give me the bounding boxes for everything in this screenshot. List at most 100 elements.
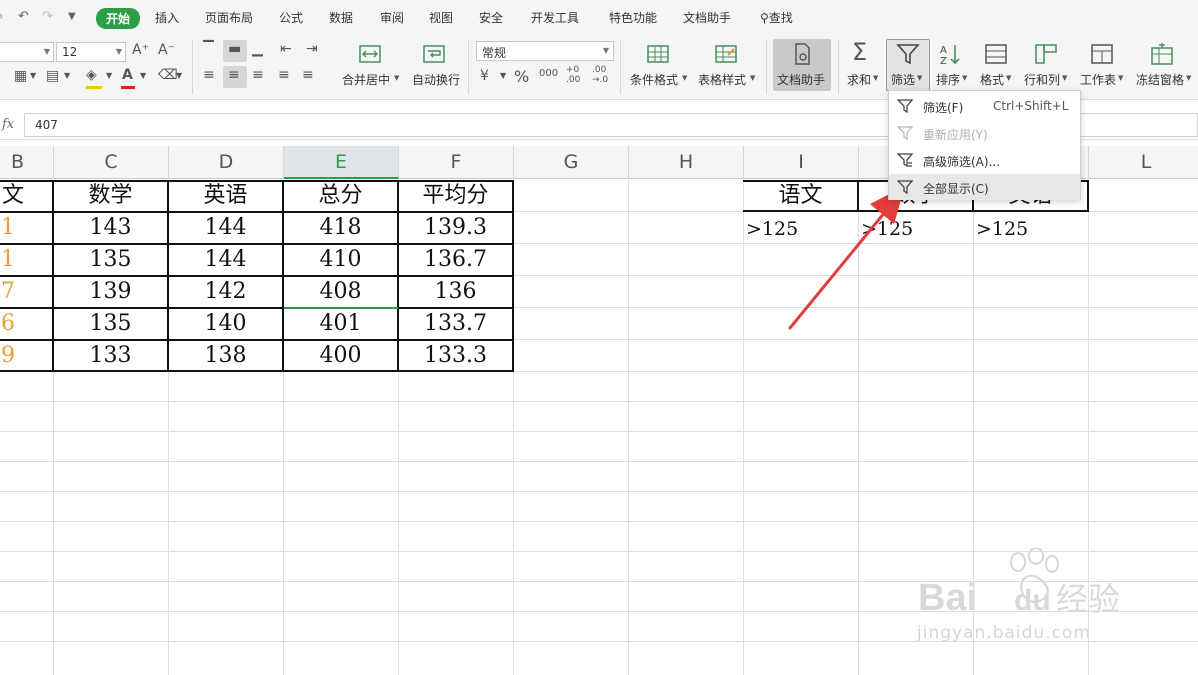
font-shrink-icon[interactable]: A⁻ <box>158 42 175 58</box>
menu-item-reapply[interactable]: 重新应用(Y) <box>889 120 1080 146</box>
font-name-select[interactable]: ▼ <box>0 42 54 62</box>
search-quick-icon[interactable]: ⌕ <box>0 9 3 24</box>
fx-icon[interactable]: fx <box>2 117 14 132</box>
chevron-down-icon[interactable]: ▼ <box>873 74 878 82</box>
menu-tab-doc-helper[interactable]: 文档助手 <box>683 9 731 26</box>
chevron-down-icon[interactable]: ▼ <box>30 71 36 80</box>
font-color-icon[interactable]: A <box>122 67 133 83</box>
menu-tab-view[interactable]: 视图 <box>429 9 453 26</box>
menu-tab-insert[interactable]: 插入 <box>155 9 179 26</box>
column-header-g[interactable]: G <box>514 146 629 179</box>
chevron-down-icon[interactable]: ▼ <box>1118 74 1123 82</box>
column-header-h[interactable]: H <box>629 146 744 179</box>
quick-access-dropdown-icon[interactable]: ▼ <box>68 11 76 22</box>
indent-decrease-icon[interactable]: ⇤ <box>280 41 292 57</box>
table-header-cell[interactable]: 文 <box>0 180 38 211</box>
sum-label[interactable]: 求和 <box>847 71 871 88</box>
menu-search[interactable]: ⚲查找 <box>760 9 793 26</box>
menu-tab-formula[interactable]: 公式 <box>279 9 303 26</box>
chevron-down-icon[interactable]: ▼ <box>962 74 967 82</box>
decimal-increase-icon[interactable]: +0 .00 <box>566 65 586 85</box>
menu-tab-page-layout[interactable]: 页面布局 <box>205 9 253 26</box>
table-cell[interactable]: 133.3 <box>399 341 512 371</box>
merge-center-icon[interactable] <box>358 42 382 66</box>
table-cell[interactable]: 139 <box>54 277 167 307</box>
table-cell[interactable]: 401 <box>284 309 397 339</box>
freeze-panes-icon[interactable] <box>1150 42 1174 66</box>
rows-columns-icon[interactable] <box>1034 42 1058 66</box>
menu-item-show-all[interactable]: 全部显示(C) <box>889 174 1080 200</box>
table-cell[interactable]: 135 <box>54 245 167 275</box>
table-cell[interactable]: 144 <box>169 213 282 243</box>
column-header-d[interactable]: D <box>169 146 284 179</box>
menu-tab-special[interactable]: 特色功能 <box>609 9 657 26</box>
worksheet-icon[interactable] <box>1090 42 1114 66</box>
align-bottom-icon[interactable]: ▁ <box>252 41 263 57</box>
menu-item-advanced-filter[interactable]: 高级筛选(A)... <box>889 147 1080 173</box>
table-cell[interactable]: 144 <box>169 245 282 275</box>
table-cell[interactable]: 410 <box>284 245 397 275</box>
table-cell[interactable]: 31 <box>0 245 16 275</box>
column-header-l[interactable]: L <box>1089 146 1198 179</box>
align-right-icon[interactable]: ≡ <box>252 67 264 83</box>
sort-icon[interactable]: AZ <box>939 42 963 66</box>
number-format-select[interactable]: 常规 ▼ <box>476 41 614 61</box>
justify-icon[interactable]: ≡ <box>278 67 290 83</box>
chevron-down-icon[interactable]: ▼ <box>1062 74 1067 82</box>
table-cell[interactable]: 138 <box>169 341 282 371</box>
redo-icon[interactable]: ↷ <box>42 9 53 24</box>
align-left-icon[interactable]: ≡ <box>203 67 215 83</box>
column-header-c[interactable]: C <box>54 146 169 179</box>
eraser-icon[interactable]: ⌫ <box>158 67 178 83</box>
align-center-icon[interactable]: ≡ <box>228 67 240 83</box>
table-cell-active[interactable]: 408 <box>284 277 397 307</box>
font-size-select[interactable]: 12 ▼ <box>56 42 126 62</box>
column-header-f[interactable]: F <box>399 146 514 179</box>
table-cell[interactable]: 133 <box>54 341 167 371</box>
chevron-down-icon[interactable]: ▼ <box>140 71 146 80</box>
table-cell[interactable]: 140 <box>169 309 282 339</box>
freeze-panes-label[interactable]: 冻结窗格 <box>1136 71 1184 88</box>
table-cell[interactable]: 142 <box>169 277 282 307</box>
chevron-down-icon[interactable]: ▼ <box>682 74 687 82</box>
table-cell[interactable]: 29 <box>0 341 16 371</box>
table-cell[interactable]: 143 <box>54 213 167 243</box>
align-middle-icon[interactable]: ▬ <box>228 41 241 57</box>
chevron-down-icon[interactable]: ▼ <box>1006 74 1011 82</box>
menu-tab-home[interactable]: 开始 <box>96 8 141 29</box>
chevron-down-icon[interactable]: ▼ <box>500 71 506 80</box>
menu-item-filter[interactable]: 筛选(F) Ctrl+Shift+L <box>889 93 1080 119</box>
table-cell[interactable]: 400 <box>284 341 397 371</box>
chevron-down-icon[interactable]: ▼ <box>394 74 399 82</box>
menu-tab-security[interactable]: 安全 <box>479 9 503 26</box>
chevron-down-icon[interactable]: ▼ <box>106 71 112 80</box>
format-label[interactable]: 格式 <box>980 71 1004 88</box>
distributed-icon[interactable]: ≡ <box>302 67 314 83</box>
cell-style-icon[interactable]: ▤ <box>46 68 59 84</box>
column-header-e[interactable]: E <box>284 146 399 179</box>
table-cell[interactable]: 27 <box>0 277 16 307</box>
sort-label[interactable]: 排序 <box>936 71 960 88</box>
undo-icon[interactable]: ↶ <box>18 9 29 24</box>
format-icon[interactable] <box>984 42 1008 66</box>
criteria-value-cell[interactable]: >125 <box>976 218 1028 240</box>
menu-tab-review[interactable]: 审阅 <box>380 9 404 26</box>
table-header-cell[interactable]: 平均分 <box>399 180 512 211</box>
rows-columns-label[interactable]: 行和列 <box>1024 71 1060 88</box>
doc-helper-icon[interactable] <box>790 42 814 66</box>
table-header-cell[interactable]: 英语 <box>169 180 282 211</box>
fill-color-icon[interactable]: ◈ <box>86 67 97 83</box>
table-header-cell[interactable]: 总分 <box>284 180 397 211</box>
chevron-down-icon[interactable]: ▼ <box>176 71 182 80</box>
sum-icon[interactable]: Σ <box>852 38 867 66</box>
menu-tab-developer[interactable]: 开发工具 <box>531 9 579 26</box>
bold-icon[interactable]: | <box>0 69 1 85</box>
auto-wrap-icon[interactable] <box>422 42 446 66</box>
align-top-icon[interactable]: ▔ <box>203 41 214 57</box>
table-cell[interactable]: 136.7 <box>399 245 512 275</box>
chevron-down-icon[interactable]: ▼ <box>64 71 70 80</box>
table-cell[interactable]: 418 <box>284 213 397 243</box>
table-cell[interactable]: 135 <box>54 309 167 339</box>
table-cell[interactable]: 31 <box>0 213 16 243</box>
merge-center-label[interactable]: 合并居中 <box>342 71 390 88</box>
